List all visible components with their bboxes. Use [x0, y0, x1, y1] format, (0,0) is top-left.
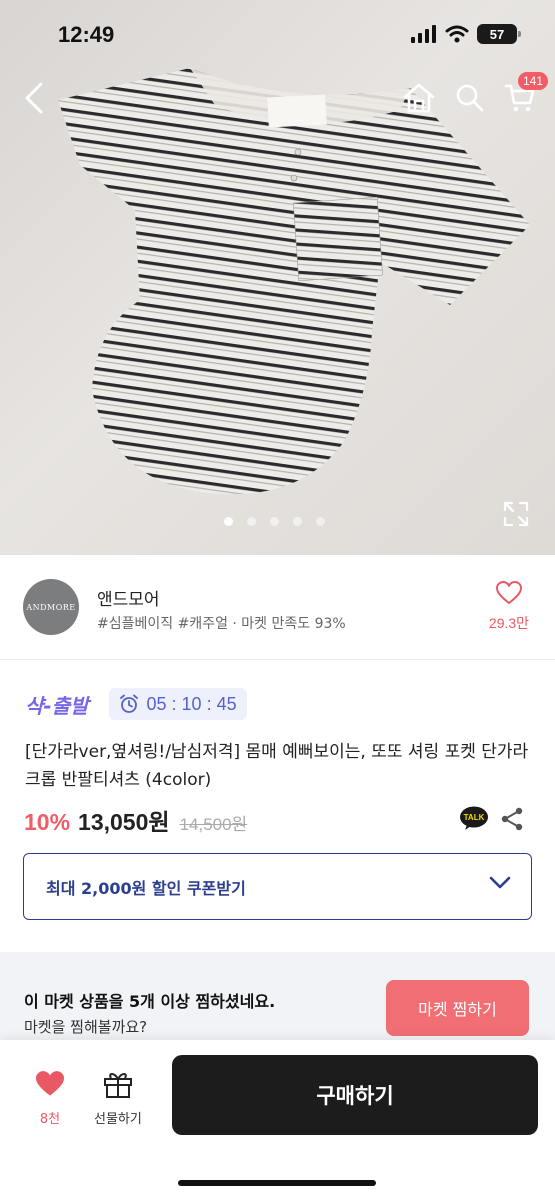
gift-label: 선물하기 [94, 1112, 142, 1127]
share-icon[interactable] [499, 806, 525, 832]
product-page: 12:49 57 141 ANDMORE 앤드모어 #심플베이직 #캐주얼 · … [0, 0, 555, 1200]
kakao-talk-icon[interactable]: TALK [459, 806, 489, 830]
countdown-timer: 05 : 10 : 45 [108, 688, 247, 720]
promo-row: 샥-출발 05 : 10 : 45 [25, 688, 247, 720]
carousel-dot[interactable] [316, 517, 325, 526]
wifi-icon [445, 25, 469, 43]
status-bar: 12:49 57 [0, 0, 555, 70]
countdown-value: 05 : 10 : 45 [146, 693, 237, 714]
cart-button[interactable]: 141 [500, 72, 548, 118]
home-button[interactable] [399, 78, 439, 118]
expand-icon[interactable] [502, 500, 530, 528]
alarm-clock-icon [119, 694, 138, 713]
like-count: 8천 [39, 1112, 61, 1127]
seller-tags: #심플베이직 #캐주얼 · 마켓 만족도 93% [97, 616, 346, 632]
promo-label: 샥-출발 [25, 693, 89, 718]
original-price: 14,500원 [179, 815, 248, 834]
status-time: 12:49 [58, 22, 115, 47]
heart-filled-icon [36, 1071, 64, 1096]
buy-button[interactable]: 구매하기 [172, 1055, 538, 1135]
banner-title: 이 마켓 상품을 5개 이상 찜하셨네요. [24, 992, 276, 1011]
seller-like-count: 29.3만 [488, 615, 530, 631]
signal-icon [411, 25, 436, 43]
seller-name[interactable]: 앤드모어 [97, 585, 160, 610]
carousel-indicator [224, 517, 325, 526]
seller-section[interactable]: ANDMORE 앤드모어 #심플베이직 #캐주얼 · 마켓 만족도 93% 29… [0, 555, 555, 660]
price-row: 10% 13,050원 14,500원 [24, 803, 247, 837]
gift-button[interactable]: 선물하기 [94, 1070, 142, 1127]
coupon-button[interactable]: 최대 2,000원 할인 쿠폰받기 [23, 853, 532, 920]
status-icons: 57 [411, 24, 521, 44]
carousel-dot[interactable] [270, 517, 279, 526]
chevron-down-icon [489, 876, 511, 889]
carousel-dot[interactable] [224, 517, 233, 526]
coupon-label: 최대 2,000원 할인 쿠폰받기 [46, 878, 246, 898]
bottom-action-bar: 8천 선물하기 구매하기 [0, 1040, 555, 1200]
heart-outline-icon [495, 580, 523, 605]
favorite-market-banner: 이 마켓 상품을 5개 이상 찜하셨네요. 마켓을 찜해볼까요? 마켓 찜하기 [0, 952, 555, 1052]
like-button[interactable]: 8천 [34, 1070, 66, 1127]
product-image-carousel[interactable]: 12:49 57 141 [0, 0, 555, 555]
kakao-talk-label: TALK [464, 813, 485, 822]
banner-subtitle: 마켓을 찜해볼까요? [24, 1018, 148, 1036]
home-icon [403, 83, 435, 113]
chevron-left-icon [25, 82, 43, 114]
carousel-dot[interactable] [247, 517, 256, 526]
gift-icon [103, 1073, 132, 1098]
favorite-market-button[interactable]: 마켓 찜하기 [386, 980, 529, 1036]
product-title: [단가라ver,옆셔링!/남심저격] 몸매 예뻐보이는, 또또 셔링 포켓 단가… [25, 742, 529, 790]
battery-icon: 57 [477, 24, 521, 44]
discount-rate: 10% [24, 809, 71, 835]
search-button[interactable] [450, 78, 490, 118]
seller-like-button[interactable]: 29.3만 [485, 580, 533, 633]
cart-count-badge: 141 [517, 72, 548, 90]
search-icon [456, 84, 484, 112]
carousel-dot[interactable] [293, 517, 302, 526]
sale-price: 13,050원 [78, 809, 170, 835]
home-indicator [178, 1180, 376, 1186]
back-button[interactable] [14, 78, 54, 118]
seller-avatar[interactable]: ANDMORE [23, 579, 79, 635]
